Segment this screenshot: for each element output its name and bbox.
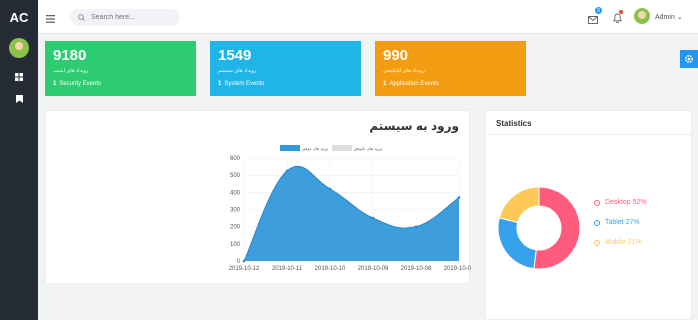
bell-icon [612,13,623,24]
data-point [457,196,461,199]
legend-label: Desktop 52% [605,199,647,206]
legend-ring [594,219,600,226]
data-point [414,225,418,228]
x-tick-label: 2019-10-12 [229,266,260,272]
settings-button[interactable] [680,50,698,68]
mail-button[interactable]: 9 [588,7,602,29]
top-bar: 9 Admin ⌄ [38,0,698,34]
security-events-card[interactable]: 9180 رویداد های امنیت 1 Security Events [45,41,196,96]
sidebar-avatar[interactable] [9,38,29,58]
legend-label: Mobile 21% [605,239,642,246]
series-success-area [244,166,459,261]
y-tick-label: 500 [230,173,241,179]
donut-legend: Desktop 52% Tablet 27% Mobile 21% [594,199,647,259]
user-avatar[interactable] [634,8,650,24]
x-tick-label: 2019-10-11 [272,266,303,272]
y-tick-label: 300 [230,208,241,214]
x-tick-label: 2019-10-07 [444,266,471,272]
legend-label: Tablet 27% [605,219,640,226]
search-icon [78,14,85,21]
legend-ring [594,199,600,206]
sidebar: AC [0,0,38,320]
sidebar-item-bookmarks[interactable] [0,88,38,110]
donut-chart [497,186,581,270]
brand-logo[interactable]: AC [0,0,38,34]
legend-ring [594,239,600,246]
hamburger-icon [46,15,55,23]
card-value: 990 [383,47,409,64]
x-tick-label: 2019-10-10 [315,266,346,272]
search-input[interactable] [91,14,171,21]
card-label: رویداد های امنیت [53,68,89,74]
menu-toggle-button[interactable] [46,10,55,28]
gear-icon [684,54,694,64]
donut-slice-mobile[interactable] [498,186,540,224]
y-tick-label: 600 [230,156,241,162]
data-point [285,169,289,173]
donut-slice-tablet[interactable] [497,217,537,270]
legend-tablet[interactable]: Tablet 27% [594,219,647,226]
card-value: 1549 [218,47,252,64]
search-box[interactable] [70,9,180,26]
legend-mobile[interactable]: Mobile 21% [594,239,647,246]
data-point [242,259,246,263]
x-tick-label: 2019-10-08 [401,266,432,272]
data-point [371,216,375,220]
mail-icon [588,16,598,24]
mail-badge: 9 [595,7,602,14]
user-menu[interactable]: Admin ⌄ [655,13,683,21]
card-footer: 1 System Events [218,81,265,87]
system-events-card[interactable]: 1549 رویداد های سیستم 1 System Events [210,41,361,96]
notifications-button[interactable] [612,10,623,28]
statistics-panel: Statistics Desktop 52% Tablet 27% Mobile… [485,110,692,320]
application-events-card[interactable]: 990 رویداد های اپلیکیشن 1 Application Eve… [375,41,526,96]
donut-slice-desktop[interactable] [533,186,581,270]
y-tick-label: 200 [230,225,241,231]
card-footer: 1 Application Events [383,81,439,87]
notification-dot [619,10,623,14]
data-point [328,187,332,191]
y-tick-label: 400 [230,190,241,196]
bookmark-icon [15,95,23,103]
y-tick-label: 0 [237,259,241,265]
area-chart: 0 100 200 300 400 500 600 2019-10-12 2019-10-11 2… [229,156,471,272]
statistics-title: Statistics [486,111,691,135]
sidebar-item-dashboard[interactable] [0,66,38,88]
legend-desktop[interactable]: Desktop 52% [594,199,647,206]
card-footer: 1 Security Events [53,81,102,87]
x-tick-label: 2019-10-09 [358,266,389,272]
grid-icon [15,73,23,81]
card-value: 9180 [53,47,87,64]
card-label: رویداد های اپلیکیشن [383,68,425,74]
y-tick-label: 100 [230,242,241,248]
login-chart-panel: ورود به سیستم ورود های موفق ورود های نام… [45,110,471,284]
card-label: رویداد های سیستم [218,68,257,74]
